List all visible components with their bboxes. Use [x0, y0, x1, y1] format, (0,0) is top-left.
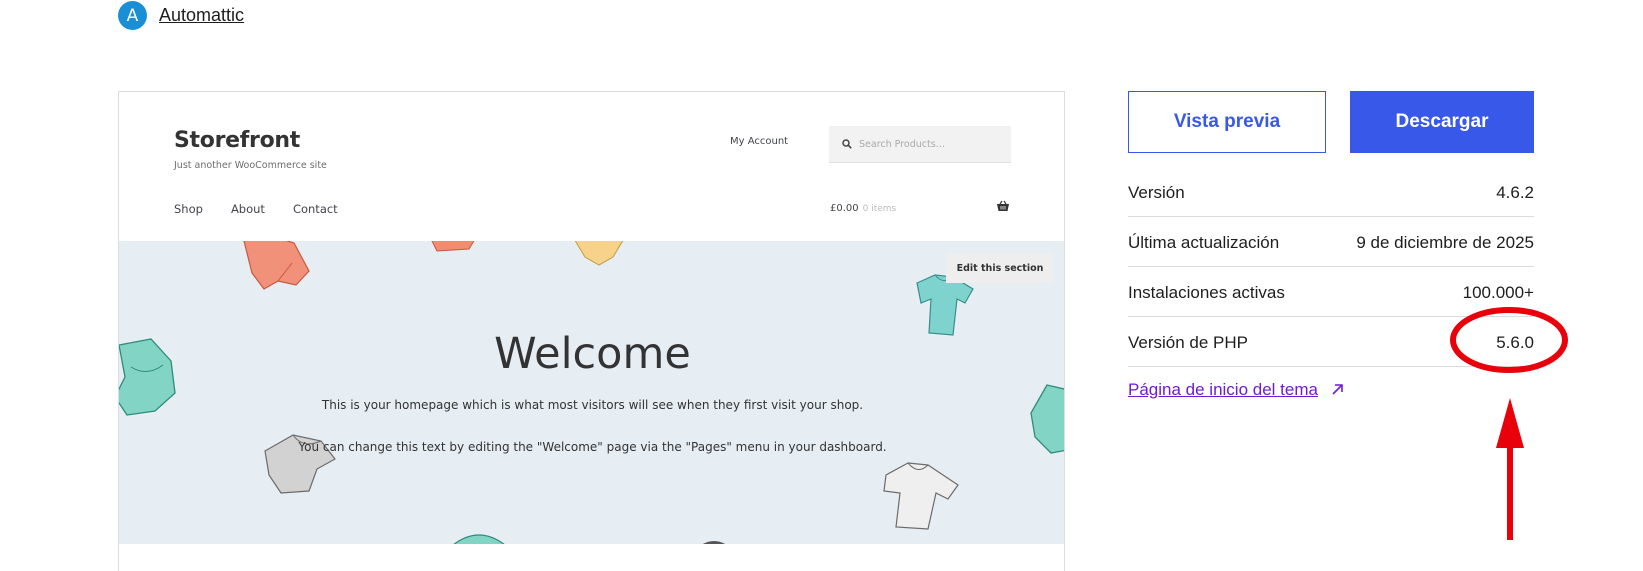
cart-items: 0 items	[862, 204, 897, 214]
hero-text-2: You can change this text by editing the …	[298, 440, 887, 454]
meta-label: Versión	[1128, 182, 1185, 202]
annotation-arrow-head	[1496, 398, 1524, 448]
meta-row-php-version: Versión de PHP 5.6.0	[1128, 317, 1534, 367]
edit-section-button: Edit this section	[946, 253, 1054, 283]
meta-label: Instalaciones activas	[1128, 282, 1285, 302]
hoodie-illustration-orange	[243, 241, 310, 290]
external-link-icon	[1332, 384, 1343, 395]
download-button[interactable]: Descargar	[1350, 91, 1534, 153]
nav-item-about: About	[230, 202, 265, 216]
search-icon	[842, 139, 852, 149]
shirt-illustration-orange	[431, 241, 475, 252]
basket-icon	[997, 200, 1009, 211]
theme-screenshot: Storefront Just another WooCommerce site…	[118, 91, 1065, 571]
meta-label: Versión de PHP	[1128, 332, 1249, 352]
meta-label: Última actualización	[1128, 232, 1280, 252]
hero-text-1: This is your homepage which is what most…	[321, 398, 864, 412]
theme-meta-list: Versión 4.6.2 Última actualización 9 de …	[1128, 167, 1534, 367]
author-link[interactable]: Automattic	[159, 5, 244, 26]
shirt-illustration-teal-bottom	[453, 534, 505, 544]
meta-value: 4.6.2	[1496, 182, 1534, 202]
author-row: A Automattic	[118, 1, 244, 30]
meta-row-active-installs: Instalaciones activas 100.000+	[1128, 267, 1534, 317]
shirt-illustration-dark-bottom	[702, 541, 726, 544]
tshirt-illustration-white	[883, 462, 959, 530]
search-placeholder: Search Products…	[859, 138, 946, 150]
storefront-tagline: Just another WooCommerce site	[174, 160, 327, 171]
meta-row-last-updated: Última actualización 9 de diciembre de 2…	[1128, 217, 1534, 267]
meta-value: 9 de diciembre de 2025	[1356, 232, 1534, 252]
hero-banner: Edit this section Welcome This is your h…	[119, 241, 1064, 544]
storefront-search-box: Search Products…	[829, 126, 1011, 163]
meta-row-version: Versión 4.6.2	[1128, 167, 1534, 217]
preview-button[interactable]: Vista previa	[1128, 91, 1326, 153]
nav-item-contact: Contact	[292, 202, 338, 216]
author-avatar: A	[118, 1, 147, 30]
storefront-site-title: Storefront	[174, 128, 300, 153]
theme-homepage-link[interactable]: Página de inicio del tema	[1128, 380, 1318, 400]
meta-value: 5.6.0	[1496, 332, 1534, 352]
shirt-illustration-yellow	[574, 241, 624, 266]
cart-total: £0.00	[830, 203, 859, 214]
cart-summary: £0.00 0 items	[830, 203, 896, 214]
hero-title: Welcome	[494, 329, 691, 379]
my-account-link: My Account	[730, 136, 789, 147]
meta-value: 100.000+	[1462, 282, 1534, 302]
storefront-nav: Shop About Contact	[174, 202, 338, 216]
nav-item-shop: Shop	[174, 202, 203, 216]
